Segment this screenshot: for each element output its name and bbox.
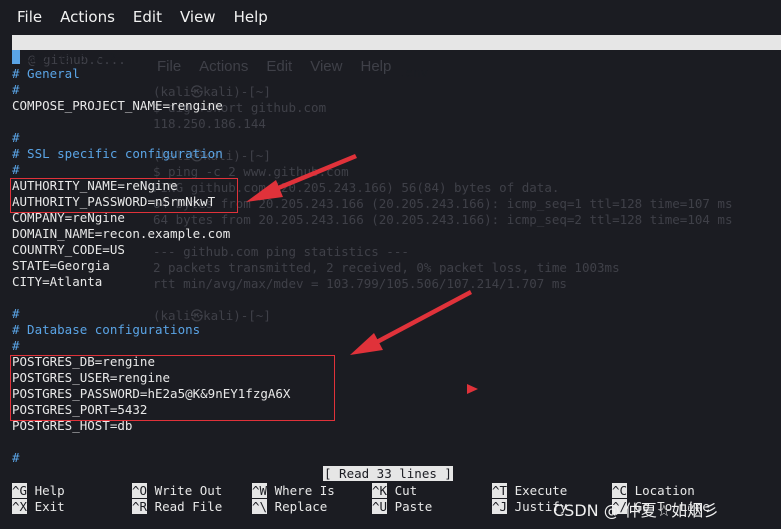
annotation-arrows: [246, 154, 478, 394]
small-marker-icon: [467, 384, 478, 394]
arrow-to-postgres: [350, 290, 472, 355]
csdn-watermark: CSDN @ 仲夏☆如烟彡: [553, 501, 720, 520]
arrow-to-authority: [246, 154, 357, 202]
